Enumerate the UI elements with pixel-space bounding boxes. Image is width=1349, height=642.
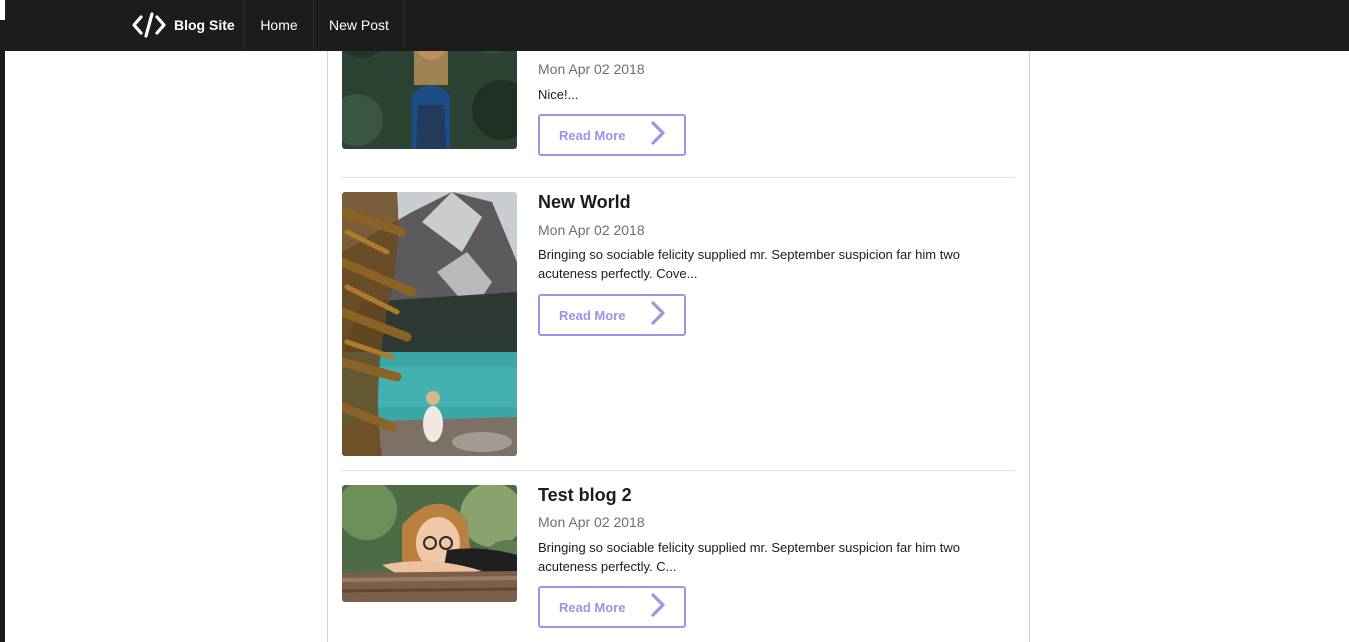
- nav-new-post[interactable]: New Post: [314, 0, 405, 49]
- post-1-read-more-button[interactable]: Read More: [538, 114, 686, 156]
- post-2-excerpt: Bringing so sociable felicity supplied m…: [538, 247, 960, 281]
- post-3-date: Mon Apr 02 2018: [538, 514, 645, 530]
- post-divider: [342, 470, 1015, 471]
- post-2-image[interactable]: [342, 192, 517, 456]
- read-more-label: Read More: [559, 128, 626, 143]
- chevron-right-icon: [650, 592, 666, 621]
- post-3-title[interactable]: Test blog 2: [538, 485, 632, 506]
- post-2-date: Mon Apr 02 2018: [538, 222, 645, 238]
- post-2-read-more-button[interactable]: Read More: [538, 294, 686, 336]
- post-3-excerpt: Bringing so sociable felicity supplied m…: [538, 540, 960, 574]
- post-3-read-more-button[interactable]: Read More: [538, 586, 686, 628]
- read-more-label: Read More: [559, 600, 626, 615]
- post-divider: [342, 177, 1015, 178]
- code-icon: [131, 11, 167, 39]
- post-feed: Mon Apr 02 2018 Nice!... Read More New W…: [327, 0, 1030, 642]
- brand-label: Blog Site: [174, 16, 235, 33]
- window-edge: [0, 0, 5, 642]
- chevron-right-icon: [650, 120, 666, 149]
- nav-home[interactable]: Home: [245, 0, 314, 49]
- chevron-right-icon: [650, 300, 666, 329]
- read-more-label: Read More: [559, 308, 626, 323]
- brand-link[interactable]: Blog Site: [121, 0, 245, 49]
- post-1-excerpt: Nice!...: [538, 87, 579, 102]
- post-1-date: Mon Apr 02 2018: [538, 61, 645, 77]
- top-navbar: Blog Site Home New Post: [5, 0, 1349, 51]
- post-2-title[interactable]: New World: [538, 192, 631, 213]
- post-3-image[interactable]: [342, 485, 517, 602]
